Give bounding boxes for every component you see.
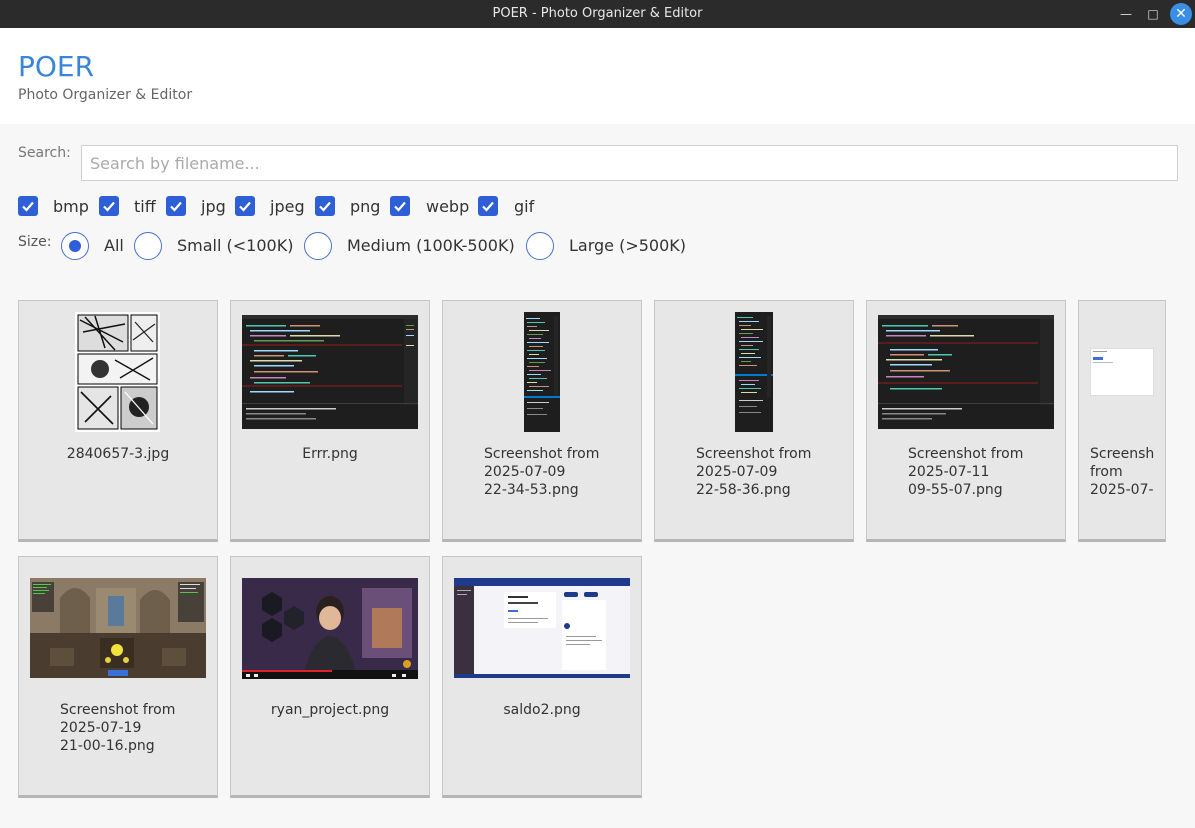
thumbnail-video-stream (242, 578, 418, 679)
checkbox-label-jpg: jpg (201, 197, 226, 216)
file-name: Screenshot from 2025-07-09 22-34-53.png (484, 446, 600, 498)
image-card[interactable]: Screenshot from 2025-07-09 22-58-36.png (654, 300, 854, 542)
image-card[interactable]: Errr.png (230, 300, 430, 542)
checkbox-label-bmp: bmp (53, 197, 89, 216)
checkbox-label-jpeg: jpeg (270, 197, 305, 216)
thumbnail-web-app (454, 578, 630, 678)
checkbox-label-webp: webp (426, 197, 470, 216)
thumbnail-code-editor (878, 315, 1054, 429)
checkbox-jpg[interactable] (166, 196, 186, 216)
file-name: 2840657-3.jpg (66, 446, 170, 462)
checkbox-webp[interactable] (390, 196, 410, 216)
radio-label-all: All (104, 236, 124, 255)
file-name: Errr.png (302, 446, 358, 462)
radio-size-small[interactable] (134, 232, 162, 260)
image-card[interactable]: Screensh from 2025-07- (1078, 300, 1166, 542)
thumbnail-code-editor-narrow (524, 312, 560, 432)
checkbox-label-png: png (350, 197, 381, 216)
checkbox-tiff[interactable] (99, 196, 119, 216)
radio-label-large: Large (>500K) (569, 236, 687, 255)
radio-size-large[interactable] (526, 232, 554, 260)
thumbnail-web-page-small (1090, 348, 1154, 396)
image-card[interactable]: Screenshot from 2025-07-09 22-34-53.png (442, 300, 642, 542)
window-titlebar: POER - Photo Organizer & Editor — □ ✕ (0, 0, 1195, 28)
checkbox-png[interactable] (315, 196, 335, 216)
minimize-icon[interactable]: — (1116, 4, 1136, 24)
image-card[interactable]: Screenshot from 2025-07-19 21-00-16.png (18, 556, 218, 798)
close-icon[interactable]: ✕ (1170, 3, 1192, 25)
radio-selected-dot (69, 240, 81, 252)
file-name: Screenshot from 2025-07-19 21-00-16.png (60, 702, 176, 754)
image-card[interactable]: 2840657-3.jpg (18, 300, 218, 542)
thumbnail-code-editor (242, 315, 418, 429)
file-name: saldo2.png (503, 702, 581, 718)
checkbox-jpeg[interactable] (235, 196, 255, 216)
file-name: Screenshot from 2025-07-09 22-58-36.png (696, 446, 812, 498)
size-label: Size: (18, 234, 52, 250)
search-input[interactable] (81, 145, 1178, 181)
checkbox-label-tiff: tiff (134, 197, 156, 216)
checkbox-label-gif: gif (514, 197, 535, 216)
image-card[interactable]: ryan_project.png (230, 556, 430, 798)
thumbnail-game-scene (30, 578, 206, 678)
file-name: Screenshot from 2025-07-11 09-55-07.png (908, 446, 1024, 498)
app-subtitle: Photo Organizer & Editor (18, 87, 193, 103)
checkbox-bmp[interactable] (18, 196, 38, 216)
app-name: POER (18, 50, 95, 83)
app-header: POER Photo Organizer & Editor (0, 28, 1195, 124)
image-card[interactable]: saldo2.png (442, 556, 642, 798)
radio-size-medium[interactable] (304, 232, 332, 260)
thumbnail-code-editor-narrow (735, 312, 773, 432)
checkbox-gif[interactable] (478, 196, 498, 216)
maximize-icon[interactable]: □ (1143, 4, 1163, 24)
image-card[interactable]: Screenshot from 2025-07-11 09-55-07.png (866, 300, 1066, 542)
file-name: Screensh from 2025-07- (1090, 446, 1155, 498)
thumbnail-manga-page (75, 312, 160, 432)
window-title: POER - Photo Organizer & Editor (492, 6, 703, 21)
radio-label-small: Small (<100K) (177, 236, 294, 255)
file-name: ryan_project.png (270, 702, 390, 718)
radio-size-all[interactable] (61, 232, 89, 260)
radio-label-medium: Medium (100K-500K) (347, 236, 515, 255)
search-label: Search: (18, 145, 71, 161)
